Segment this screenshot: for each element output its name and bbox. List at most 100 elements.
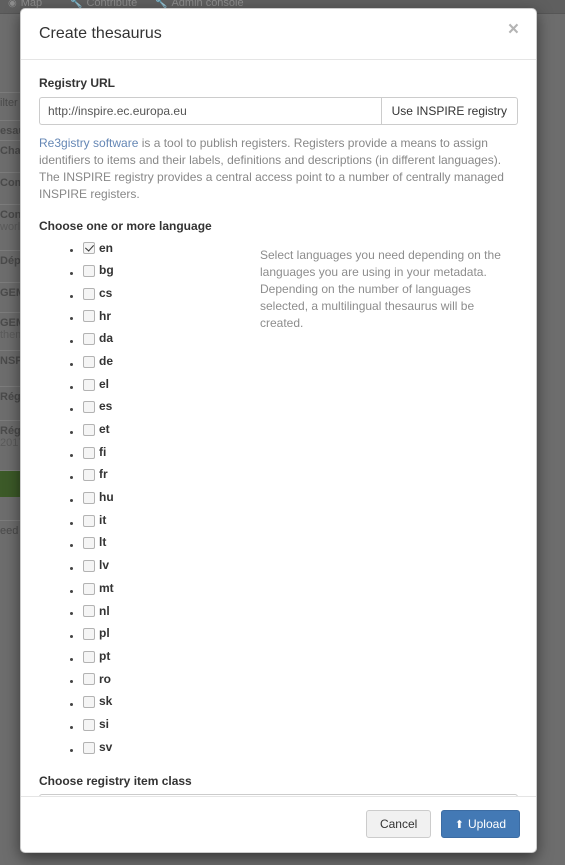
language-code: si bbox=[99, 716, 110, 731]
checkbox-es[interactable] bbox=[83, 401, 95, 414]
registry-register-select[interactable]: INSPIRE theme register bbox=[39, 794, 518, 796]
checkbox-el[interactable] bbox=[83, 378, 95, 391]
language-option-de[interactable]: de bbox=[83, 352, 113, 372]
checkbox-da[interactable] bbox=[83, 333, 95, 346]
language-option-pl[interactable]: pl bbox=[83, 624, 110, 644]
registry-url-input[interactable] bbox=[39, 96, 381, 125]
list-item: hr bbox=[83, 307, 254, 330]
checkbox-lt[interactable] bbox=[83, 537, 95, 550]
checkbox-ro[interactable] bbox=[83, 673, 95, 686]
checkbox-en[interactable] bbox=[83, 242, 95, 255]
language-option-lt[interactable]: lt bbox=[83, 533, 106, 553]
language-option-lv[interactable]: lv bbox=[83, 556, 109, 576]
language-checkbox-list: en bg cs hr da de el es et fi fr hu it l… bbox=[39, 239, 254, 761]
checkbox-bg[interactable] bbox=[83, 265, 95, 278]
registry-url-label: Registry URL bbox=[39, 75, 116, 90]
registry-url-group: Use INSPIRE registry bbox=[39, 96, 518, 125]
language-code: de bbox=[99, 353, 114, 368]
list-item: hu bbox=[83, 488, 254, 511]
language-option-pt[interactable]: pt bbox=[83, 647, 110, 667]
language-code: es bbox=[99, 399, 113, 414]
checkbox-sk[interactable] bbox=[83, 696, 95, 709]
language-option-el[interactable]: el bbox=[83, 375, 109, 395]
checkbox-lv[interactable] bbox=[83, 560, 95, 573]
language-code: lv bbox=[99, 558, 110, 573]
list-item: da bbox=[83, 329, 254, 352]
language-code: sk bbox=[99, 694, 113, 709]
use-inspire-registry-button[interactable]: Use INSPIRE registry bbox=[380, 96, 518, 125]
language-option-sk[interactable]: sk bbox=[83, 692, 112, 712]
background-row-text: ilter bbox=[0, 97, 18, 109]
language-help-text: Select languages you need depending on t… bbox=[260, 247, 501, 330]
list-item: sv bbox=[83, 738, 254, 761]
checkbox-nl[interactable] bbox=[83, 605, 95, 618]
list-item: fr bbox=[83, 465, 254, 488]
re3gistry-software-link[interactable]: Re3gistry software bbox=[39, 136, 138, 150]
language-option-hu[interactable]: hu bbox=[83, 488, 114, 508]
checkbox-hr[interactable] bbox=[83, 310, 95, 323]
language-option-es[interactable]: es bbox=[83, 397, 112, 417]
checkbox-fi[interactable] bbox=[83, 446, 95, 459]
language-code: pl bbox=[99, 626, 110, 641]
list-item: ro bbox=[83, 670, 254, 693]
checkbox-it[interactable] bbox=[83, 514, 95, 527]
upload-button[interactable]: ⬆ Upload bbox=[440, 810, 520, 838]
registry-item-class-label: Choose registry item class bbox=[39, 774, 192, 789]
checkbox-de[interactable] bbox=[83, 355, 95, 368]
language-code: fr bbox=[99, 467, 108, 482]
list-item: lv bbox=[83, 556, 254, 579]
checkbox-pl[interactable] bbox=[83, 628, 95, 641]
language-code: it bbox=[99, 512, 107, 527]
language-code: cs bbox=[99, 285, 113, 300]
list-item: nl bbox=[83, 602, 254, 625]
language-option-nl[interactable]: nl bbox=[83, 602, 110, 622]
list-item: es bbox=[83, 397, 254, 420]
language-option-fi[interactable]: fi bbox=[83, 443, 106, 463]
modal-body: Registry URL Use INSPIRE registry Re3gis… bbox=[21, 60, 536, 796]
language-code: hu bbox=[99, 490, 114, 505]
language-option-en[interactable]: en bbox=[83, 239, 113, 259]
language-section: en bg cs hr da de el es et fi fr hu it l… bbox=[39, 239, 518, 761]
upload-icon: ⬆ bbox=[454, 819, 464, 831]
checkbox-et[interactable] bbox=[83, 423, 95, 436]
close-icon[interactable]: × bbox=[504, 18, 523, 41]
checkbox-hu[interactable] bbox=[83, 491, 95, 504]
language-option-et[interactable]: et bbox=[83, 420, 110, 440]
checkbox-si[interactable] bbox=[83, 718, 95, 731]
language-code: pt bbox=[99, 648, 111, 663]
list-item: sk bbox=[83, 692, 254, 715]
registry-help-text: Re3gistry software is a tool to publish … bbox=[39, 135, 518, 203]
globe-icon: ◉ bbox=[8, 0, 17, 9]
checkbox-sv[interactable] bbox=[83, 741, 95, 754]
list-item: mt bbox=[83, 579, 254, 602]
language-option-fr[interactable]: fr bbox=[83, 465, 108, 485]
list-item: el bbox=[83, 375, 254, 398]
checkbox-mt[interactable] bbox=[83, 582, 95, 595]
list-item: pl bbox=[83, 624, 254, 647]
modal-footer: Cancel ⬆ Upload bbox=[21, 796, 536, 852]
language-option-sv[interactable]: sv bbox=[83, 738, 112, 758]
list-item: de bbox=[83, 352, 254, 375]
cancel-button[interactable]: Cancel bbox=[365, 810, 432, 838]
language-code: mt bbox=[99, 580, 114, 595]
language-option-hr[interactable]: hr bbox=[83, 307, 111, 327]
checkbox-pt[interactable] bbox=[83, 650, 95, 663]
language-option-cs[interactable]: cs bbox=[83, 284, 112, 304]
upload-button-label: Upload bbox=[467, 817, 506, 831]
language-option-ro[interactable]: ro bbox=[83, 670, 111, 690]
language-code: el bbox=[99, 376, 110, 391]
language-code: ro bbox=[99, 671, 111, 686]
language-option-da[interactable]: da bbox=[83, 329, 113, 349]
language-option-it[interactable]: it bbox=[83, 511, 106, 531]
language-option-si[interactable]: si bbox=[83, 715, 109, 735]
checkbox-fr[interactable] bbox=[83, 469, 95, 482]
language-option-bg[interactable]: bg bbox=[83, 261, 114, 281]
page-title: Create thesaurus bbox=[39, 25, 162, 42]
create-thesaurus-modal: Create thesaurus × Registry URL Use INSP… bbox=[20, 8, 537, 853]
language-option-mt[interactable]: mt bbox=[83, 579, 114, 599]
list-item: pt bbox=[83, 647, 254, 670]
list-item: en bbox=[83, 239, 254, 262]
modal-header: Create thesaurus × bbox=[21, 9, 536, 60]
checkbox-cs[interactable] bbox=[83, 287, 95, 300]
language-code: hr bbox=[99, 308, 111, 323]
